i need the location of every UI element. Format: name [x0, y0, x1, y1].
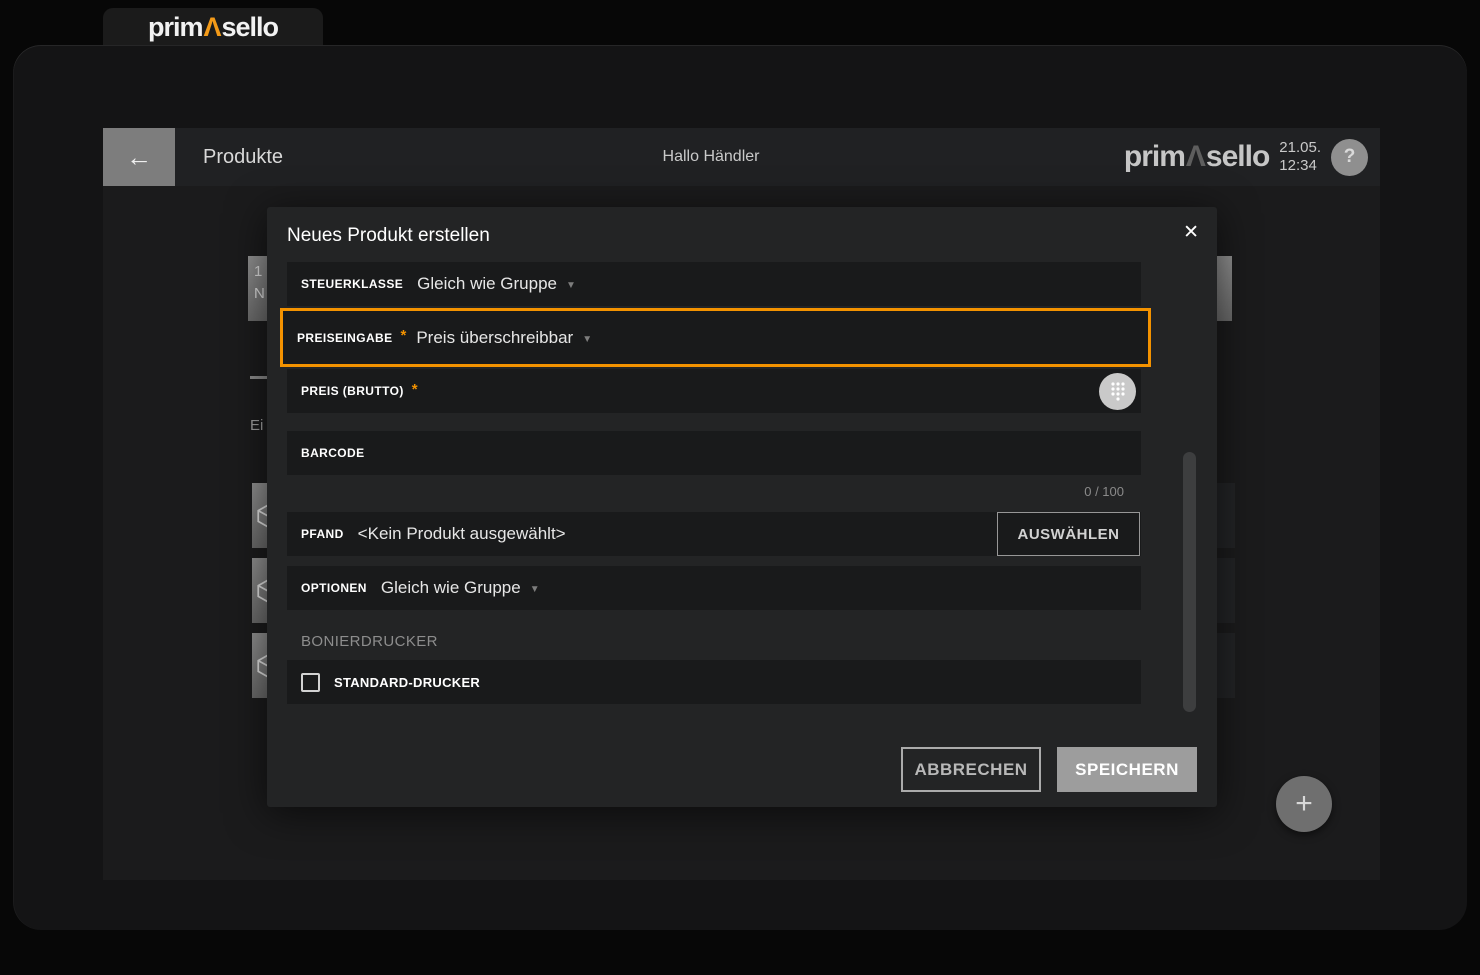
- logo-text-suffix: sello: [1206, 140, 1269, 173]
- question-mark-icon: ?: [1344, 146, 1356, 168]
- preis-brutto-input[interactable]: PREIS (BRUTTO) *: [287, 369, 1141, 413]
- desktop-background: primΛsello ← Produkte Hallo Händler prim…: [0, 0, 1480, 975]
- checkbox-unchecked-icon[interactable]: [301, 673, 320, 692]
- back-button[interactable]: ←: [103, 128, 175, 186]
- header-right-group: primΛsello 21.05. 12:34 ?: [1124, 139, 1380, 176]
- checkbox-label: STANDARD-DRUCKER: [334, 675, 480, 690]
- app-header: ← Produkte Hallo Händler primΛsello 21.0…: [103, 128, 1380, 186]
- dialog-scrollbar-thumb[interactable]: [1183, 452, 1196, 712]
- field-label: PREIS (BRUTTO): [301, 384, 404, 398]
- preiseingabe-highlight-box: PREISEINGABE * Preis überschreibbar ▼: [280, 308, 1151, 367]
- required-asterisk: *: [412, 381, 418, 398]
- help-button[interactable]: ?: [1331, 139, 1368, 176]
- logo-text-suffix: sello: [222, 12, 279, 42]
- numpad-button[interactable]: [1099, 373, 1136, 410]
- dialog-footer: ABBRECHEN SPEICHERN: [901, 747, 1197, 792]
- field-label: OPTIONEN: [301, 581, 367, 595]
- time-text: 12:34: [1279, 157, 1321, 175]
- tab-underline: [250, 376, 268, 379]
- field-label: STEUERKLASSE: [301, 277, 403, 291]
- field-value: Preis überschreibbar: [416, 328, 573, 348]
- steuerklasse-dropdown[interactable]: STEUERKLASSE Gleich wie Gruppe ▼: [287, 262, 1141, 306]
- field-value: Gleich wie Gruppe: [381, 578, 521, 598]
- logo-lambda-icon: Λ: [1185, 140, 1206, 173]
- dialog-form: STEUERKLASSE Gleich wie Gruppe ▼ PREISEI…: [287, 262, 1141, 706]
- logo-text-prefix: prim: [1124, 140, 1185, 173]
- dialog-title: Neues Produkt erstellen: [287, 225, 490, 247]
- plus-icon: +: [1295, 787, 1313, 821]
- pfand-field[interactable]: PFAND <Kein Produkt ausgewählt> AUSWÄHLE…: [287, 512, 1141, 556]
- back-arrow-icon: ←: [126, 142, 152, 173]
- barcode-char-counter: 0 / 100: [287, 484, 1141, 499]
- logo-text-prefix: prim: [148, 12, 203, 42]
- required-asterisk: *: [401, 327, 407, 344]
- preiseingabe-dropdown[interactable]: PREISEINGABE * Preis überschreibbar ▼: [283, 311, 1148, 364]
- field-label: BARCODE: [301, 446, 364, 460]
- field-value: <Kein Produkt ausgewählt>: [358, 524, 566, 544]
- cancel-button[interactable]: ABBRECHEN: [901, 747, 1041, 792]
- new-product-dialog: Neues Produkt erstellen ✕ STEUERKLASSE G…: [267, 207, 1217, 807]
- date-text: 21.05.: [1279, 139, 1321, 157]
- chevron-down-icon: ▼: [582, 331, 592, 345]
- chevron-down-icon: ▼: [530, 581, 540, 595]
- standard-drucker-checkbox-row[interactable]: STANDARD-DRUCKER: [287, 660, 1141, 704]
- datetime-display: 21.05. 12:34: [1279, 139, 1321, 175]
- close-icon: ✕: [1183, 222, 1199, 243]
- dialpad-icon: [1110, 381, 1126, 402]
- barcode-input[interactable]: BARCODE: [287, 431, 1141, 475]
- brand-logo: primΛsello: [148, 12, 278, 43]
- field-label: PREISEINGABE: [297, 331, 393, 345]
- optionen-dropdown[interactable]: OPTIONEN Gleich wie Gruppe ▼: [287, 566, 1141, 610]
- bonierdrucker-section-label: BONIERDRUCKER: [287, 633, 1141, 650]
- field-value: Gleich wie Gruppe: [417, 274, 557, 294]
- brand-logo-tab: primΛsello: [103, 8, 323, 46]
- chevron-down-icon: ▼: [566, 277, 576, 291]
- background-partial-label: Ei: [250, 417, 263, 434]
- header-brand-logo: primΛsello: [1124, 140, 1269, 174]
- add-product-fab[interactable]: +: [1276, 776, 1332, 832]
- page-title: Produkte: [203, 146, 283, 169]
- close-button[interactable]: ✕: [1183, 221, 1199, 244]
- pfand-select-button[interactable]: AUSWÄHLEN: [997, 512, 1140, 556]
- save-button[interactable]: SPEICHERN: [1057, 747, 1197, 792]
- logo-lambda-icon: Λ: [202, 12, 221, 42]
- field-label: PFAND: [301, 527, 344, 541]
- greeting-text: Hallo Händler: [663, 148, 760, 166]
